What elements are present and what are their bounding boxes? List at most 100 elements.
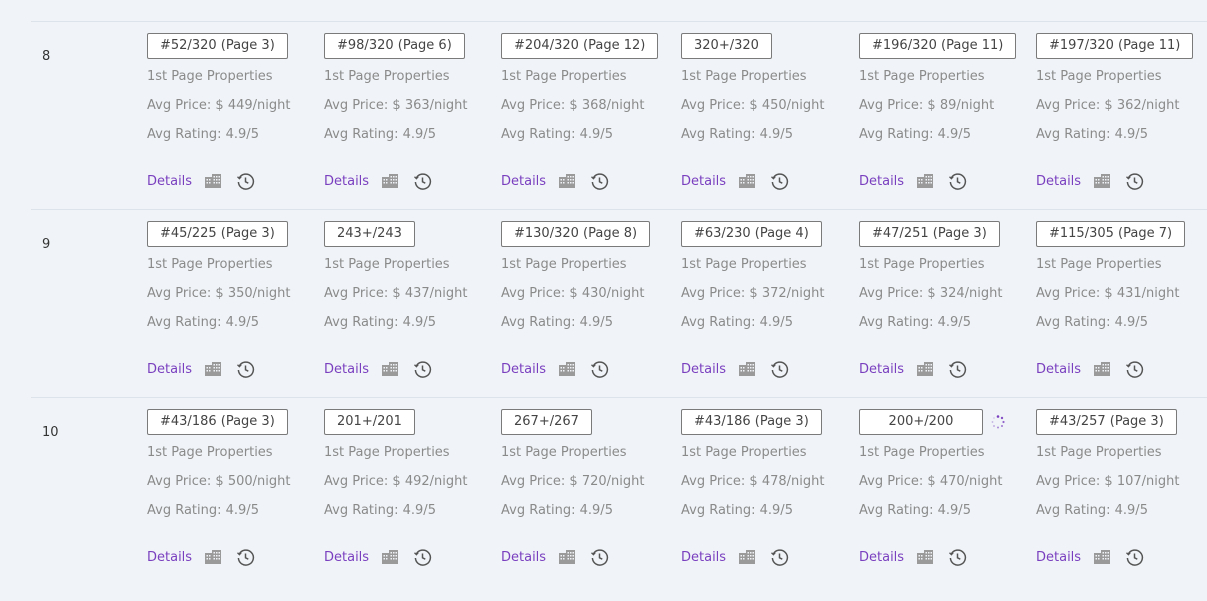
cell-actions: Details	[147, 171, 290, 191]
avg-rating: Avg Rating: 4.9/5	[1036, 127, 1148, 142]
building-icon[interactable]	[558, 173, 576, 189]
history-clock-icon[interactable]	[948, 548, 967, 567]
building-icon[interactable]	[381, 173, 399, 189]
rank-badge[interactable]: 201+/201	[324, 409, 415, 435]
rank-badge[interactable]: #47/251 (Page 3)	[859, 221, 1000, 247]
rank-badge[interactable]: #98/320 (Page 6)	[324, 33, 465, 59]
first-page-label: 1st Page Properties	[147, 257, 273, 272]
building-icon[interactable]	[204, 549, 222, 565]
details-link[interactable]: Details	[147, 174, 192, 189]
first-page-label: 1st Page Properties	[681, 257, 807, 272]
building-icon[interactable]	[916, 173, 934, 189]
cell-actions: Details	[501, 359, 650, 379]
history-clock-icon[interactable]	[1125, 548, 1144, 567]
avg-price: Avg Price: $ 430/night	[501, 286, 645, 301]
details-link[interactable]: Details	[501, 362, 546, 377]
history-clock-icon[interactable]	[590, 548, 609, 567]
building-icon[interactable]	[916, 361, 934, 377]
cell-actions: Details	[1036, 171, 1193, 191]
building-icon[interactable]	[558, 361, 576, 377]
first-page-label: 1st Page Properties	[501, 445, 627, 460]
avg-price: Avg Price: $ 470/night	[859, 474, 1003, 489]
cell-actions: Details	[681, 171, 824, 191]
building-icon[interactable]	[1093, 549, 1111, 565]
cell-actions: Details	[859, 547, 1005, 567]
details-link[interactable]: Details	[324, 362, 369, 377]
history-clock-icon[interactable]	[413, 548, 432, 567]
building-icon[interactable]	[558, 549, 576, 565]
rank-badge[interactable]: 320+/320	[681, 33, 772, 59]
avg-rating: Avg Rating: 4.9/5	[147, 503, 259, 518]
building-icon[interactable]	[738, 173, 756, 189]
rank-cell: #45/225 (Page 3) 1st Page Properties Avg…	[147, 221, 290, 379]
details-link[interactable]: Details	[1036, 362, 1081, 377]
details-link[interactable]: Details	[147, 362, 192, 377]
rank-cell: #130/320 (Page 8) 1st Page Properties Av…	[501, 221, 651, 379]
details-link[interactable]: Details	[859, 174, 904, 189]
details-link[interactable]: Details	[324, 550, 369, 565]
rank-badge[interactable]: #204/320 (Page 12)	[501, 33, 659, 59]
history-clock-icon[interactable]	[236, 360, 255, 379]
avg-rating: Avg Rating: 4.9/5	[501, 503, 613, 518]
history-clock-icon[interactable]	[770, 548, 789, 567]
rank-badge[interactable]: #45/225 (Page 3)	[147, 221, 288, 247]
rank-badge[interactable]: #196/320 (Page 11)	[859, 33, 1017, 59]
history-clock-icon[interactable]	[236, 172, 255, 191]
building-icon[interactable]	[381, 549, 399, 565]
details-link[interactable]: Details	[681, 550, 726, 565]
history-clock-icon[interactable]	[590, 360, 609, 379]
rank-cell: 200+/200 1st Page Properties Avg Price: …	[859, 409, 1005, 567]
building-icon[interactable]	[1093, 361, 1111, 377]
details-link[interactable]: Details	[1036, 550, 1081, 565]
history-clock-icon[interactable]	[236, 548, 255, 567]
rank-badge[interactable]: #197/320 (Page 11)	[1036, 33, 1194, 59]
rank-badge[interactable]: 243+/243	[324, 221, 415, 247]
details-link[interactable]: Details	[681, 174, 726, 189]
history-clock-icon[interactable]	[1125, 172, 1144, 191]
avg-price: Avg Price: $ 372/night	[681, 286, 825, 301]
history-clock-icon[interactable]	[770, 360, 789, 379]
history-clock-icon[interactable]	[948, 360, 967, 379]
history-clock-icon[interactable]	[413, 360, 432, 379]
rank-badge[interactable]: 267+/267	[501, 409, 592, 435]
avg-rating: Avg Rating: 4.9/5	[681, 315, 793, 330]
building-icon[interactable]	[738, 549, 756, 565]
rank-badge[interactable]: #130/320 (Page 8)	[501, 221, 651, 247]
first-page-label: 1st Page Properties	[324, 445, 450, 460]
rank-badge[interactable]: #43/186 (Page 3)	[147, 409, 288, 435]
rank-badge[interactable]: #43/186 (Page 3)	[681, 409, 822, 435]
cell-actions: Details	[1036, 359, 1185, 379]
history-clock-icon[interactable]	[590, 172, 609, 191]
first-page-label: 1st Page Properties	[859, 257, 985, 272]
details-link[interactable]: Details	[324, 174, 369, 189]
building-icon[interactable]	[1093, 173, 1111, 189]
avg-rating: Avg Rating: 4.9/5	[324, 315, 436, 330]
rank-cell: #52/320 (Page 3) 1st Page Properties Avg…	[147, 33, 290, 191]
building-icon[interactable]	[204, 173, 222, 189]
details-link[interactable]: Details	[501, 174, 546, 189]
rank-badge[interactable]: #43/257 (Page 3)	[1036, 409, 1177, 435]
details-link[interactable]: Details	[147, 550, 192, 565]
details-link[interactable]: Details	[681, 362, 726, 377]
rank-badge[interactable]: #115/305 (Page 7)	[1036, 221, 1186, 247]
rank-badge[interactable]: #52/320 (Page 3)	[147, 33, 288, 59]
rank-badge[interactable]: 200+/200	[859, 409, 983, 435]
building-icon[interactable]	[916, 549, 934, 565]
avg-price: Avg Price: $ 107/night	[1036, 474, 1180, 489]
history-clock-icon[interactable]	[948, 172, 967, 191]
rank-badge[interactable]: #63/230 (Page 4)	[681, 221, 822, 247]
building-icon[interactable]	[204, 361, 222, 377]
details-link[interactable]: Details	[859, 550, 904, 565]
rank-cell: #98/320 (Page 6) 1st Page Properties Avg…	[324, 33, 467, 191]
history-clock-icon[interactable]	[1125, 360, 1144, 379]
avg-price: Avg Price: $ 492/night	[324, 474, 468, 489]
details-link[interactable]: Details	[1036, 174, 1081, 189]
avg-rating: Avg Rating: 4.9/5	[859, 503, 971, 518]
avg-rating: Avg Rating: 4.9/5	[324, 127, 436, 142]
history-clock-icon[interactable]	[770, 172, 789, 191]
building-icon[interactable]	[381, 361, 399, 377]
building-icon[interactable]	[738, 361, 756, 377]
details-link[interactable]: Details	[859, 362, 904, 377]
history-clock-icon[interactable]	[413, 172, 432, 191]
details-link[interactable]: Details	[501, 550, 546, 565]
